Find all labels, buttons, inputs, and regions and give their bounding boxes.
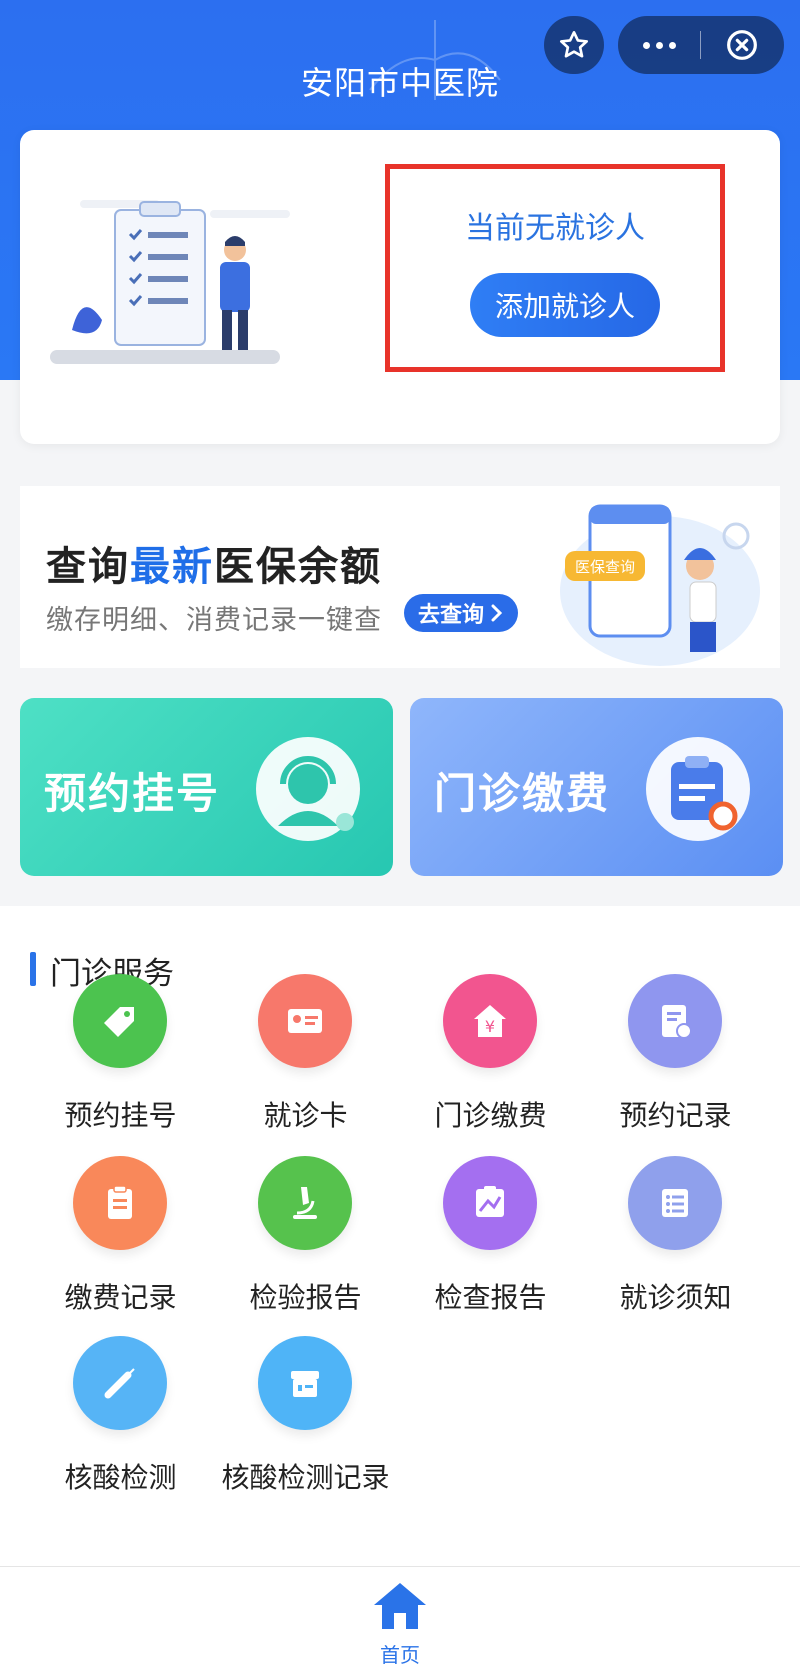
insurance-balance-banner[interactable]: 查询最新医保余额 缴存明细、消费记录一键查 去查询 医保查询 [20,486,780,668]
yuan-house-icon: ¥ [474,1005,506,1037]
service-item-nucleic-acid-records[interactable]: 核酸检测记录 [213,1336,398,1506]
service-label: 检查报告 [434,1281,547,1314]
patient-status-panel: 当前无就诊人 添加就诊人 [385,164,725,372]
microscope-icon [293,1187,317,1219]
service-label: 就诊须知 [619,1281,732,1314]
clipboard-bill-icon [646,737,750,841]
document-clock-icon [662,1005,692,1039]
service-item-lab-report[interactable]: 检验报告 [213,1156,398,1326]
book-appointment-label: 预约挂号 [44,769,221,818]
close-button[interactable] [701,16,783,74]
syringe-icon [104,1368,135,1399]
chevron-right-icon [491,604,503,622]
more-dots-icon [642,41,650,49]
favorite-button[interactable] [544,16,604,74]
close-circle-icon [727,30,757,60]
outpatient-payment-tile[interactable]: 门诊缴费 [410,698,783,876]
bottom-tab-bar: 首页 [0,1566,800,1672]
service-item-exam-report[interactable]: 检查报告 [398,1156,583,1326]
service-label: 预约挂号 [64,1099,177,1132]
no-patient-text: 当前无就诊人 [465,211,645,246]
phone-woman-illustration: 医保查询 [560,504,760,666]
xray-report-icon [476,1186,504,1217]
patient-card: 当前无就诊人 添加就诊人 [20,130,780,444]
promo-subtitle: 缴存明细、消费记录一键查 [46,605,382,636]
service-item-outpatient-payment[interactable]: ¥ 门诊缴费 [398,974,583,1144]
service-label: 核酸检测记录 [221,1461,390,1494]
service-item-nucleic-acid-test[interactable]: 核酸检测 [28,1336,213,1506]
service-item-payment-records[interactable]: 缴费记录 [28,1156,213,1326]
service-label: 缴费记录 [64,1281,177,1314]
svg-text:¥: ¥ [485,1017,495,1036]
service-label: 预约记录 [619,1099,732,1132]
add-patient-button[interactable]: 添加就诊人 [470,273,660,337]
service-label: 门诊缴费 [434,1099,547,1132]
doctor-headset-icon [256,737,360,841]
more-button[interactable] [618,16,700,74]
promo-title: 查询最新医保余额 [46,544,382,590]
tab-home-label: 首页 [380,1643,420,1667]
tab-home[interactable]: 首页 [360,1581,440,1667]
clipboard-icon [108,1185,132,1219]
service-label: 检验报告 [249,1281,362,1314]
query-button[interactable]: 去查询 [404,594,519,632]
svg-text:医保查询: 医保查询 [575,558,635,576]
service-item-patient-card[interactable]: 就诊卡 [213,974,398,1144]
book-appointment-tile[interactable]: 预约挂号 [20,698,393,876]
box-record-icon [291,1371,319,1397]
mini-program-capsule [618,16,784,74]
service-item-visit-notice[interactable]: 就诊须知 [583,1156,768,1326]
list-icon [662,1189,688,1217]
id-card-icon [288,1009,322,1033]
outpatient-payment-label: 门诊缴费 [434,769,611,818]
service-item-appointment-records[interactable]: 预约记录 [583,974,768,1144]
outpatient-services-section: 门诊服务 预约挂号 就诊卡 ¥ 门诊缴费 预约记录 缴费记录 检验报告 [0,906,800,1566]
service-item-book-appointment[interactable]: 预约挂号 [28,974,213,1144]
clipboard-person-illustration [50,200,290,364]
tag-icon [104,1007,134,1037]
star-icon [560,31,588,58]
home-icon [374,1583,426,1629]
service-label: 就诊卡 [263,1099,348,1132]
service-label: 核酸检测 [64,1461,177,1494]
